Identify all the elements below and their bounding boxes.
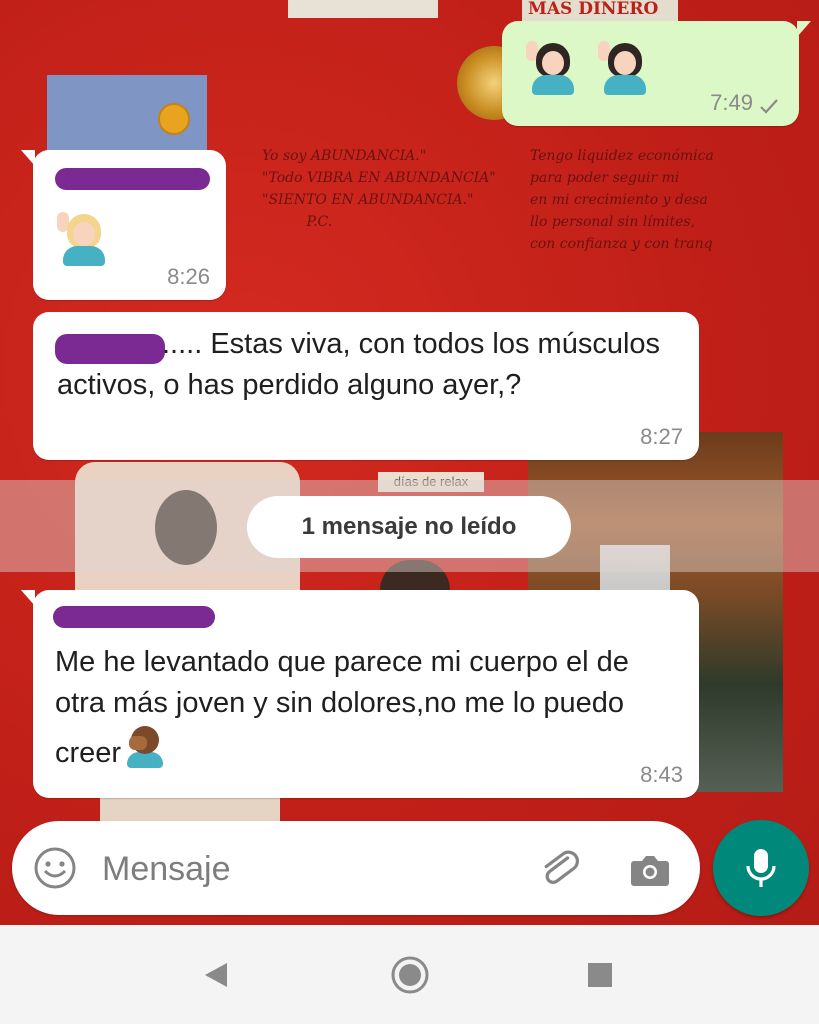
attach-icon[interactable] <box>536 845 584 893</box>
message-time: 7:49 <box>710 90 753 115</box>
wallpaper-handwriting-left: Yo soy ABUNDANCIA." "Todo VIBRA EN ABUND… <box>262 148 496 230</box>
wallpaper-paper-scrap <box>288 0 438 18</box>
message-time: 8:43 <box>640 762 683 787</box>
message-emoji-row <box>57 210 109 266</box>
voice-record-button[interactable] <box>713 820 809 916</box>
sent-check-icon <box>757 94 781 118</box>
woman-raising-hand-icon <box>598 39 650 95</box>
unread-messages-badge: 1 mensaje no leído <box>247 496 571 558</box>
system-navigation-bar <box>0 925 819 1024</box>
incoming-message[interactable]: Me he levantado que parece mi cuerpo el … <box>21 590 699 798</box>
woman-raising-hand-icon <box>57 210 109 266</box>
recents-icon[interactable] <box>578 953 622 997</box>
emoji-icon[interactable] <box>32 845 78 891</box>
message-composer <box>12 821 700 915</box>
wallpaper-dinero-label: MAS DINERO <box>522 0 678 22</box>
incoming-message[interactable]: 8:26 <box>21 150 226 300</box>
message-time: 8:26 <box>167 264 210 289</box>
back-icon[interactable] <box>194 953 238 997</box>
message-text-wrap: Me he levantado que parece mi cuerpo el … <box>55 642 685 774</box>
wallpaper-coin <box>158 103 190 135</box>
redacted-sender-name <box>55 168 210 190</box>
mic-icon <box>741 845 781 891</box>
outgoing-message[interactable]: 7:49 <box>502 21 811 126</box>
message-input[interactable] <box>100 843 524 895</box>
message-emoji-row <box>526 39 650 95</box>
incoming-message[interactable]: ..... Estas viva, con todos los músculos… <box>33 312 699 460</box>
camera-icon[interactable] <box>626 845 674 893</box>
redacted-sender-name <box>53 606 215 628</box>
woman-raising-hand-icon <box>526 39 578 95</box>
message-time: 8:27 <box>640 424 683 449</box>
home-icon[interactable] <box>388 953 432 997</box>
wallpaper-handwriting-right: Tengo liquidez económica para poder segu… <box>530 148 714 252</box>
message-text: ..... Estas viva, con todos los músculos… <box>57 328 661 401</box>
person-facepalming-icon <box>125 724 165 768</box>
